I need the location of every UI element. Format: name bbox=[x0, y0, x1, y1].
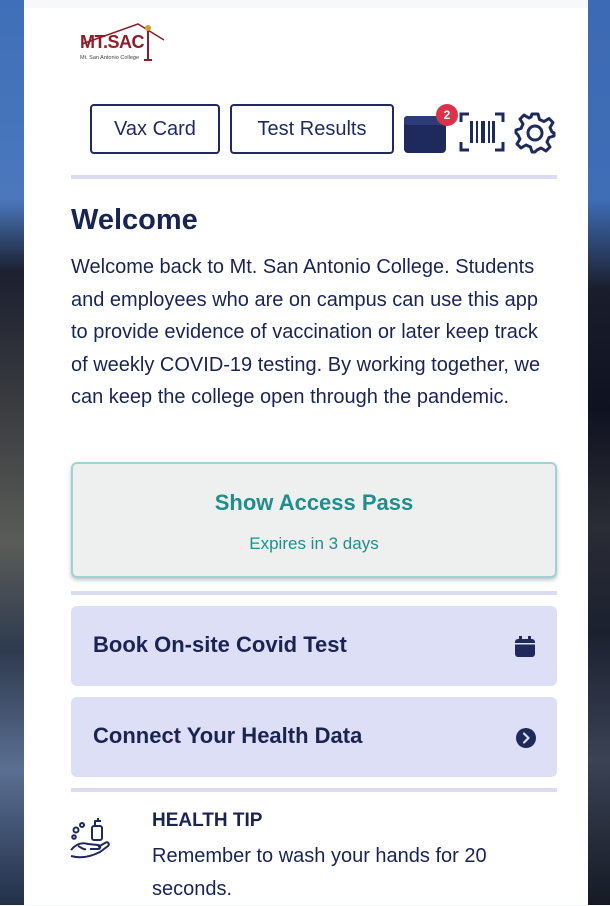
access-pass-title: Show Access Pass bbox=[214, 490, 414, 515]
background-photo-left bbox=[0, 0, 24, 905]
barcode-scan-icon[interactable] bbox=[459, 112, 505, 152]
connect-health-data-label: Connect Your Health Data bbox=[93, 723, 363, 748]
test-results-button[interactable]: Test Results bbox=[230, 104, 394, 154]
welcome-body: Welcome back to Mt. San Antonio College.… bbox=[71, 256, 541, 408]
book-covid-test-button[interactable]: Book On-site Covid Test bbox=[71, 606, 557, 686]
logo-text: MT.SAC bbox=[80, 32, 145, 52]
chevron-right-circle-icon bbox=[516, 728, 536, 748]
access-pass-button[interactable]: Show Access Pass Expires in 3 days bbox=[71, 462, 557, 578]
main-card: MT.SAC Mt. San Antonio College Vax Card … bbox=[24, 8, 588, 905]
divider bbox=[71, 788, 557, 792]
calendar-badge: 2 bbox=[436, 104, 458, 126]
access-pass-expiry: Expires in 3 days bbox=[249, 534, 379, 553]
gear-icon[interactable] bbox=[513, 111, 557, 155]
background-photo-right bbox=[588, 0, 610, 905]
book-covid-test-label: Book On-site Covid Test bbox=[93, 632, 347, 657]
welcome-title: Welcome bbox=[71, 204, 198, 236]
health-tip-body: Remember to wash your hands for 20 secon… bbox=[152, 845, 487, 900]
health-tip-title: HEALTH TIP bbox=[152, 810, 263, 831]
connect-health-data-button[interactable]: Connect Your Health Data bbox=[71, 697, 557, 777]
calendar-icon bbox=[515, 636, 535, 657]
hand-wash-icon bbox=[70, 818, 110, 859]
divider bbox=[71, 591, 557, 595]
vax-card-button[interactable]: Vax Card bbox=[90, 104, 220, 154]
logo-subtext: Mt. San Antonio College bbox=[80, 55, 140, 61]
divider bbox=[71, 175, 557, 179]
